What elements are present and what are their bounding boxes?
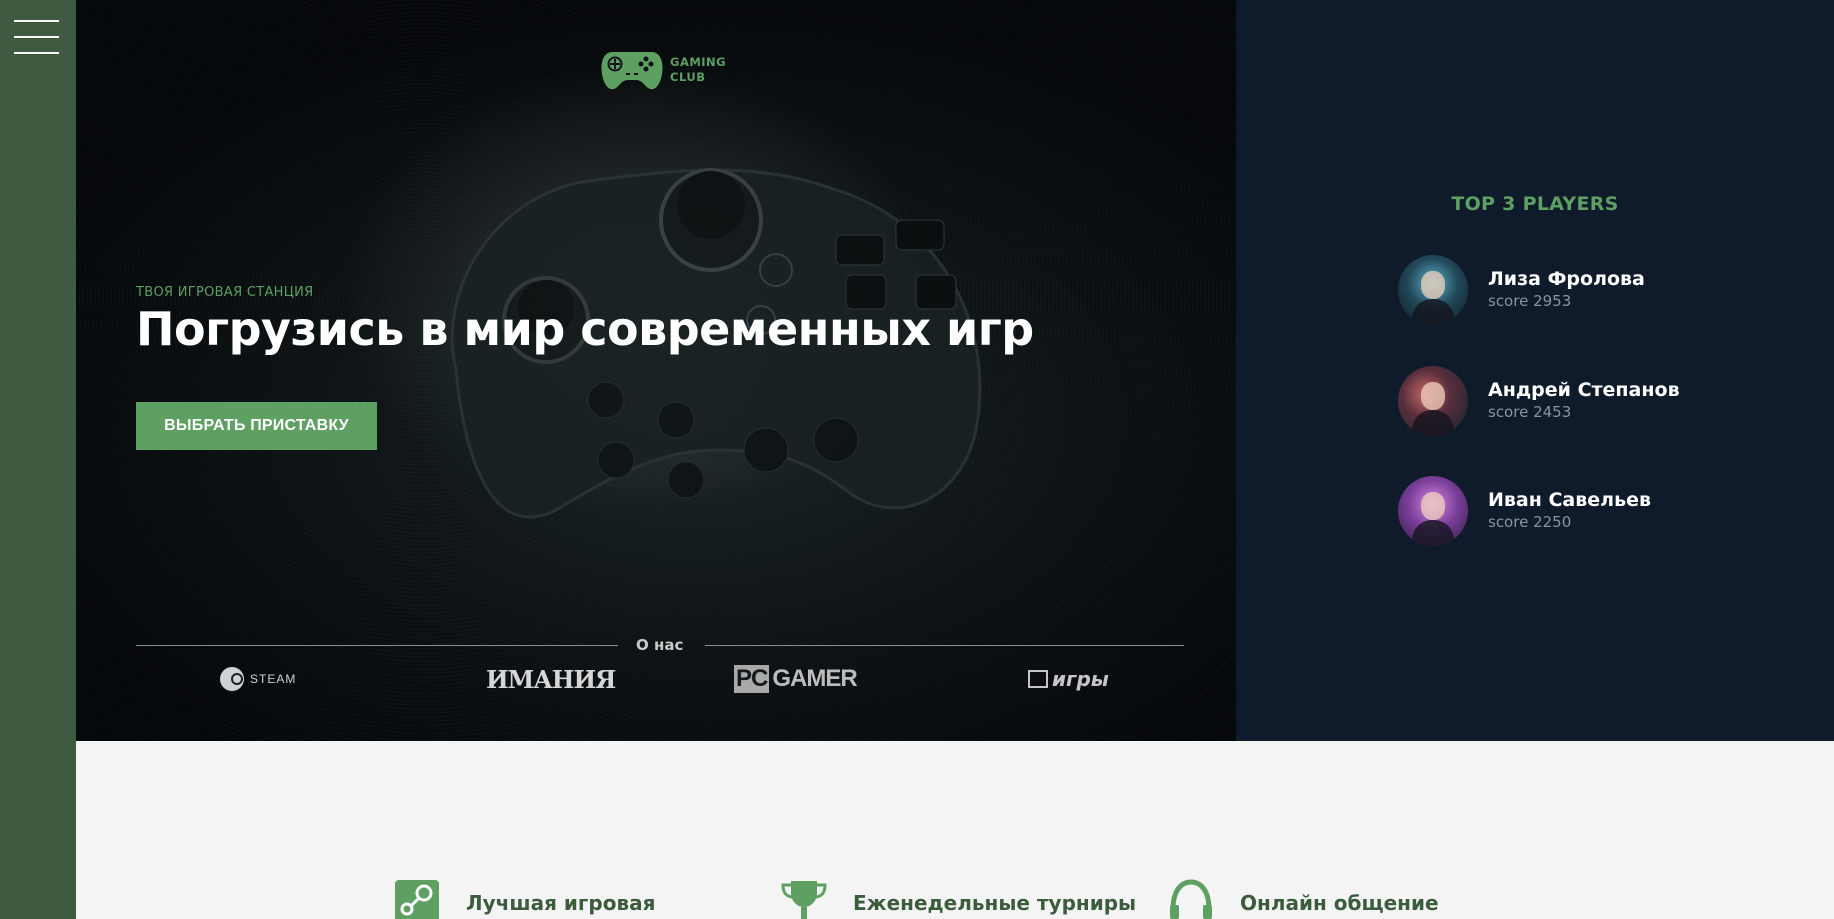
hamburger-menu-icon[interactable]	[14, 20, 59, 56]
steam-icon	[220, 667, 244, 691]
player-card[interactable]: Иван Савельев score 2250	[1398, 476, 1758, 546]
partner-logos: STEAM ИМАНИЯ PC GAMER игры	[136, 664, 1184, 694]
avatar	[1398, 255, 1468, 325]
steam-icon	[395, 880, 439, 919]
left-sidebar	[0, 0, 76, 919]
hero-headline: Погрузись в мир современных игр	[136, 302, 1034, 356]
partner-steam[interactable]: STEAM	[220, 664, 296, 694]
player-score: score 2453	[1488, 403, 1572, 421]
partner-igromania[interactable]: ИМАНИЯ	[486, 664, 616, 694]
menu-line	[14, 20, 59, 22]
choose-console-button[interactable]: ВЫБРАТЬ ПРИСТАВКУ	[136, 402, 377, 450]
player-name: Иван Савельев	[1488, 489, 1652, 511]
player-card[interactable]: Андрей Степанов score 2453	[1398, 366, 1758, 436]
divider-left	[136, 645, 618, 646]
partner-igry-label: игры	[1052, 667, 1109, 691]
avatar-body	[1412, 299, 1454, 325]
avatar-face	[1421, 271, 1445, 299]
headphones-icon	[1170, 879, 1212, 919]
feature-label: Еженедельные турниры	[853, 891, 1137, 915]
player-name: Андрей Степанов	[1488, 379, 1680, 401]
hero-tagline: ТВОЯ ИГРОВАЯ СТАНЦИЯ	[136, 285, 314, 300]
partner-steam-label: STEAM	[250, 672, 297, 686]
player-card[interactable]: Лиза Фролова score 2953	[1398, 255, 1758, 325]
partner-igry[interactable]: игры	[1028, 664, 1109, 694]
avatar-face	[1421, 382, 1445, 410]
feature-label: Онлайн общение	[1240, 891, 1439, 915]
avatar-face	[1421, 492, 1445, 520]
partner-pc-gamer-gamer: GAMER	[772, 665, 857, 692]
about-link[interactable]: О нас	[636, 636, 683, 654]
partner-pc-gamer[interactable]: PC GAMER	[734, 664, 858, 694]
divider-right	[705, 645, 1184, 646]
trophy-icon	[781, 881, 827, 919]
logo-text: GAMING CLUB	[670, 55, 726, 85]
feature-label: Лучшая игровая	[466, 891, 656, 915]
menu-line	[14, 36, 59, 38]
logo-line-1: GAMING	[670, 55, 727, 69]
igry-logo-icon	[1028, 670, 1048, 688]
avatar	[1398, 366, 1468, 436]
logo-line-2: CLUB	[670, 70, 706, 84]
player-name: Лиза Фролова	[1488, 268, 1645, 290]
partner-pc-gamer-pc: PC	[734, 665, 770, 693]
avatar-body	[1412, 410, 1454, 436]
player-score: score 2250	[1488, 513, 1572, 531]
top-players-title: TOP 3 PLAYERS	[1451, 193, 1619, 215]
partner-igromania-label: ИМАНИЯ	[486, 664, 616, 694]
player-score: score 2953	[1488, 292, 1572, 310]
top-players-panel: TOP 3 PLAYERS Лиза Фролова score 2953 Ан…	[1236, 0, 1834, 741]
features-section: Лучшая игровая Еженедельные турниры Онла…	[76, 741, 1834, 919]
site-logo[interactable]: GAMING CLUB	[600, 48, 726, 92]
avatar	[1398, 476, 1468, 546]
gamepad-icon	[601, 52, 663, 90]
hero-section: GAMING CLUB ТВОЯ ИГРОВАЯ СТАНЦИЯ Погрузи…	[76, 0, 1236, 741]
avatar-body	[1412, 520, 1454, 546]
menu-line	[14, 52, 59, 54]
